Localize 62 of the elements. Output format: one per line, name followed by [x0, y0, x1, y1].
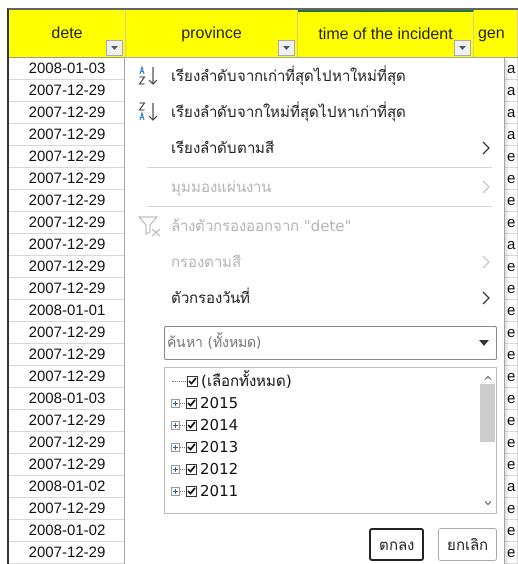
- table-cell-text: e: [507, 279, 516, 299]
- table-cell-text: e: [507, 389, 516, 409]
- checkbox[interactable]: [186, 464, 197, 474]
- checkbox[interactable]: [186, 486, 197, 496]
- table-cell-text: e: [507, 301, 516, 321]
- table-cell-text: e: [507, 411, 516, 431]
- table-cell-text: a: [507, 103, 516, 123]
- checkbox[interactable]: [186, 398, 197, 408]
- filter-dropdown-button[interactable]: [106, 40, 123, 56]
- table-cell-text: e: [507, 213, 516, 233]
- table-cell-text: e: [507, 499, 516, 519]
- column-header-label: dete: [51, 24, 83, 42]
- table-cell-text: a: [507, 477, 516, 497]
- dropdown-arrow-icon[interactable]: [479, 340, 489, 346]
- ok-button[interactable]: ตกลง: [369, 528, 424, 561]
- table-cell-text: e: [507, 367, 516, 387]
- checkbox-label: 2012: [200, 460, 238, 478]
- caret-icon: [111, 46, 118, 50]
- table-cell-text: e: [507, 433, 516, 453]
- expand-icon[interactable]: [171, 398, 180, 408]
- column-header-label: province: [181, 24, 242, 42]
- menu-item[interactable]: เรียงลำดับจากเก่าที่สุดไปหาใหม่ที่สุด: [125, 58, 504, 94]
- scroll-up-icon[interactable]: [484, 375, 492, 380]
- table-cell-text: a: [507, 235, 516, 255]
- checkbox-label: 2015: [200, 394, 238, 412]
- expand-icon[interactable]: [171, 442, 180, 452]
- caret-icon: [459, 46, 466, 50]
- caret-icon: [283, 46, 290, 50]
- checkbox[interactable]: [186, 420, 197, 430]
- expand-icon[interactable]: [171, 464, 180, 474]
- search-field[interactable]: ค้นหา (ทั้งหมด): [164, 326, 497, 360]
- table-cell-text: e: [507, 169, 516, 189]
- table-cell-text: e: [507, 257, 516, 277]
- menu-item[interactable]: ตัวกรองวันที่: [125, 280, 504, 316]
- column-header-label: gen: [478, 24, 505, 42]
- column-header-label: time of the incident: [318, 26, 453, 44]
- clear-filter-icon: [138, 215, 162, 237]
- table-cell-text: a: [507, 81, 516, 101]
- table-cell-text: e: [507, 455, 516, 475]
- table-cell-text: e: [507, 521, 516, 541]
- checkbox-label: 2014: [200, 416, 238, 434]
- checkbox-label: (เลือกทั้งหมด): [201, 369, 292, 392]
- checkbox[interactable]: [186, 442, 197, 452]
- filter-dropdown-button[interactable]: [278, 40, 295, 56]
- checkbox[interactable]: [187, 376, 198, 386]
- checkbox-label: 2013: [200, 438, 238, 456]
- expand-icon[interactable]: [171, 486, 180, 496]
- scroll-down-icon[interactable]: [484, 501, 492, 506]
- table-cell-text: e: [507, 147, 516, 167]
- menu-item[interactable]: เรียงลำดับจากใหม่ที่สุดไปหาเก่าที่สุด: [125, 94, 504, 130]
- filter-dropdown-button[interactable]: [454, 40, 471, 56]
- table-cell-text: a: [507, 59, 516, 79]
- checkbox-label: 2011: [200, 482, 238, 500]
- menu-item[interactable]: เรียงลำดับตามสี: [125, 130, 504, 166]
- scrollbar-thumb[interactable]: [480, 384, 495, 442]
- table-cell-text: e: [507, 543, 516, 563]
- table-cell-text: e: [507, 191, 516, 211]
- expand-icon[interactable]: [171, 420, 180, 430]
- cancel-button[interactable]: ยกเลิก: [438, 528, 497, 561]
- table-cell-text: a: [507, 125, 516, 145]
- table-cell-text: e: [507, 345, 516, 365]
- table-cell-text: e: [507, 323, 516, 343]
